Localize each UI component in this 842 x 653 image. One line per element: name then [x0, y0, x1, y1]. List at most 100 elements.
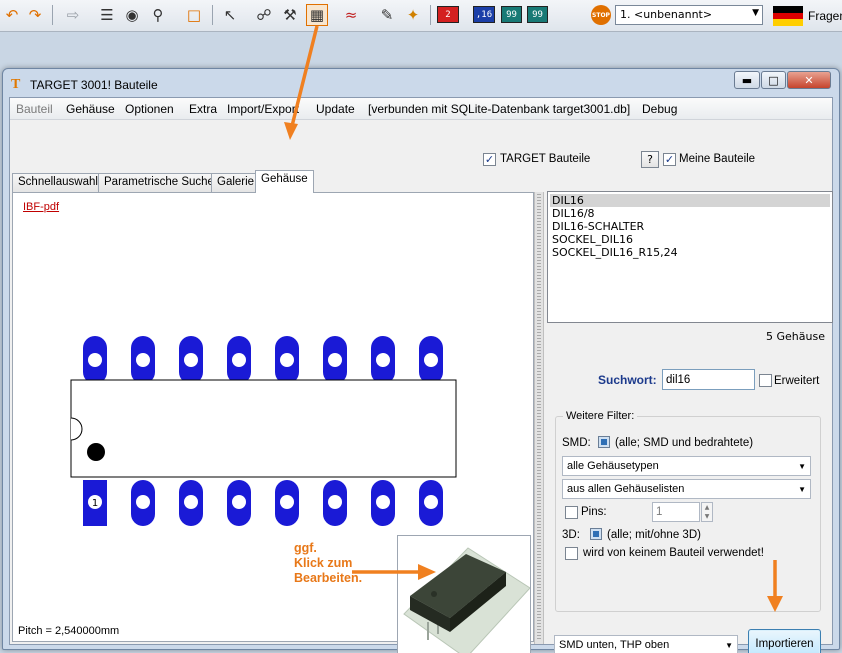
package-count: 5 Gehäuse: [766, 330, 825, 343]
target-app-icon: T: [11, 77, 21, 92]
minimize-button[interactable]: ▬: [734, 71, 760, 89]
meine-bauteile-checkbox[interactable]: ✓: [663, 153, 676, 166]
chevron-down-icon: ▼: [752, 8, 759, 18]
stop-icon[interactable]: STOP: [591, 5, 611, 25]
import-button[interactable]: Importieren: [748, 629, 821, 653]
exit-icon[interactable]: ⇨: [62, 4, 84, 26]
binoculars-icon[interactable]: ☍: [253, 4, 275, 26]
annotation-line: Klick zum: [294, 556, 353, 570]
toolbar-separator: [212, 5, 213, 25]
erweitert-label: Erweitert: [774, 375, 820, 387]
list-item[interactable]: DIL16/8: [550, 207, 830, 220]
3d-chip-render: [403, 547, 531, 653]
component-icon[interactable]: ▦: [306, 4, 328, 26]
menu-import-export[interactable]: Import/Export: [227, 102, 299, 116]
close-button[interactable]: ✕: [787, 71, 831, 89]
german-flag-icon[interactable]: [773, 6, 803, 26]
pointer-icon[interactable]: ↖: [219, 4, 241, 26]
magic-wand-icon[interactable]: ✦: [402, 4, 424, 26]
splitter-grip: [537, 194, 541, 640]
unused-checkbox[interactable]: [565, 547, 578, 560]
pins-label: Pins:: [581, 506, 607, 518]
wrench-icon[interactable]: ⚒: [279, 4, 301, 26]
3d-label: 3D:: [562, 529, 580, 541]
maximize-button[interactable]: □: [761, 71, 786, 89]
smd-filter-text: (alle; SMD und bedrahtete): [615, 437, 754, 449]
meine-bauteile-label: Meine Bauteile: [679, 153, 756, 165]
eye-icon[interactable]: ◉: [121, 4, 143, 26]
pins-input[interactable]: [652, 502, 700, 522]
wire-icon[interactable]: ≈: [340, 4, 362, 26]
main-toolbar: ↶ ↷ ⇨ ☰ ◉ ⚲ □ ↖ ☍ ⚒ ▦ ≈ ✎ ✦ 2 ,16 99 99 …: [0, 0, 842, 32]
tab-schnellauswahl[interactable]: Schnellauswahl: [12, 173, 104, 192]
chevron-down-icon: ▼: [798, 485, 806, 494]
layer-select[interactable]: 1. <unbenannt> ▼: [615, 5, 763, 25]
help-button[interactable]: ?: [641, 151, 659, 168]
erweitert-checkbox[interactable]: [759, 374, 772, 387]
target-bauteile-checkbox[interactable]: ✓: [483, 153, 496, 166]
pin1-marker-dot: [87, 443, 105, 461]
list-item[interactable]: DIL16-SCHALTER: [550, 220, 830, 233]
target-bauteile-label: TARGET Bauteile: [500, 153, 591, 165]
smd-tristate-checkbox[interactable]: [598, 436, 610, 448]
tab-galerie[interactable]: Galerie: [211, 173, 261, 192]
pitch-label: Pitch = 2,540000mm: [18, 625, 120, 637]
layer-select-value: 1. <unbenannt>: [620, 8, 713, 21]
badge-99-a[interactable]: 99: [501, 6, 522, 23]
toolbar-separator: [430, 5, 431, 25]
toolbar-separator: [52, 5, 53, 25]
badge-16[interactable]: ,16: [473, 6, 495, 23]
menu-gehaeuse[interactable]: Gehäuse: [66, 102, 115, 116]
placement-value: SMD unten, THP oben: [559, 639, 670, 651]
menu-extra[interactable]: Extra: [189, 102, 217, 116]
package-list[interactable]: DIL16 DIL16/8 DIL16-SCHALTER SOCKEL_DIL1…: [547, 191, 833, 323]
panel-splitter[interactable]: [534, 192, 544, 644]
annotation-text: ggf. Klick zum Bearbeiten.: [294, 541, 362, 586]
chevron-down-icon: ▼: [725, 641, 733, 650]
footprint-preview-panel[interactable]: IBF-pdf 1 Pitch = 2,540000mm: [12, 192, 534, 653]
list-item[interactable]: DIL16: [550, 194, 830, 207]
menu-bauteil[interactable]: Bauteil: [16, 102, 53, 116]
unused-label: wird von keinem Bauteil verwendet!: [583, 547, 764, 559]
pencil-icon[interactable]: ✎: [376, 4, 398, 26]
menu-bar: Bauteil Gehäuse Optionen Extra Import/Ex…: [10, 98, 832, 120]
3d-tristate-checkbox[interactable]: [590, 528, 602, 540]
search-input[interactable]: [662, 369, 755, 390]
bottom-drills: [88, 495, 438, 509]
menu-debug[interactable]: Debug: [642, 102, 677, 116]
package-list-value: aus allen Gehäuselisten: [567, 483, 685, 495]
top-drills: [88, 353, 438, 367]
package-type-value: alle Gehäusetypen: [567, 460, 659, 472]
list-item[interactable]: SOCKEL_DIL16: [550, 233, 830, 246]
zoom-fit-icon[interactable]: □: [183, 4, 205, 26]
undo-icon[interactable]: ↶: [1, 4, 23, 26]
menu-update[interactable]: Update: [316, 102, 355, 116]
menu-db-status: [verbunden mit SQLite-Datenbank target30…: [368, 102, 631, 116]
tab-gehaeuse[interactable]: Gehäuse: [255, 170, 314, 193]
pins-checkbox[interactable]: [565, 506, 578, 519]
pins-spinner[interactable]: ▲ ▼: [701, 502, 713, 522]
3d-filter-text: (alle; mit/ohne 3D): [607, 529, 701, 541]
search-label: Suchwort:: [598, 373, 657, 387]
package-type-select[interactable]: alle Gehäusetypen ▼: [562, 456, 811, 476]
annotation-line: Bearbeiten.: [294, 571, 363, 585]
page-number-badge[interactable]: 2: [437, 6, 459, 23]
filter-group-title: Weitere Filter:: [563, 410, 638, 422]
chevron-down-icon: ▼: [798, 462, 806, 471]
list-item[interactable]: SOCKEL_DIL16_R15,24: [550, 246, 830, 259]
zoom-icon[interactable]: ⚲: [147, 4, 169, 26]
help-label[interactable]: Fragen: [808, 9, 842, 23]
title-bar[interactable]: T TARGET 3001! Bauteile ▬ □ ✕: [3, 69, 839, 97]
tab-parametrische-suche[interactable]: Parametrische Suche: [98, 173, 220, 192]
layers-icon[interactable]: ☰: [96, 4, 118, 26]
window-title: TARGET 3001! Bauteile: [30, 78, 158, 92]
placement-select[interactable]: SMD unten, THP oben ▼: [554, 635, 738, 653]
redo-icon[interactable]: ↷: [24, 4, 46, 26]
pin-one-label: 1: [92, 498, 98, 509]
menu-optionen[interactable]: Optionen: [125, 102, 174, 116]
3d-preview[interactable]: [397, 535, 531, 653]
ic-body-outline: [70, 379, 457, 478]
annotation-line: ggf.: [294, 541, 317, 555]
package-list-select[interactable]: aus allen Gehäuselisten ▼: [562, 479, 811, 499]
badge-99-b[interactable]: 99: [527, 6, 548, 23]
